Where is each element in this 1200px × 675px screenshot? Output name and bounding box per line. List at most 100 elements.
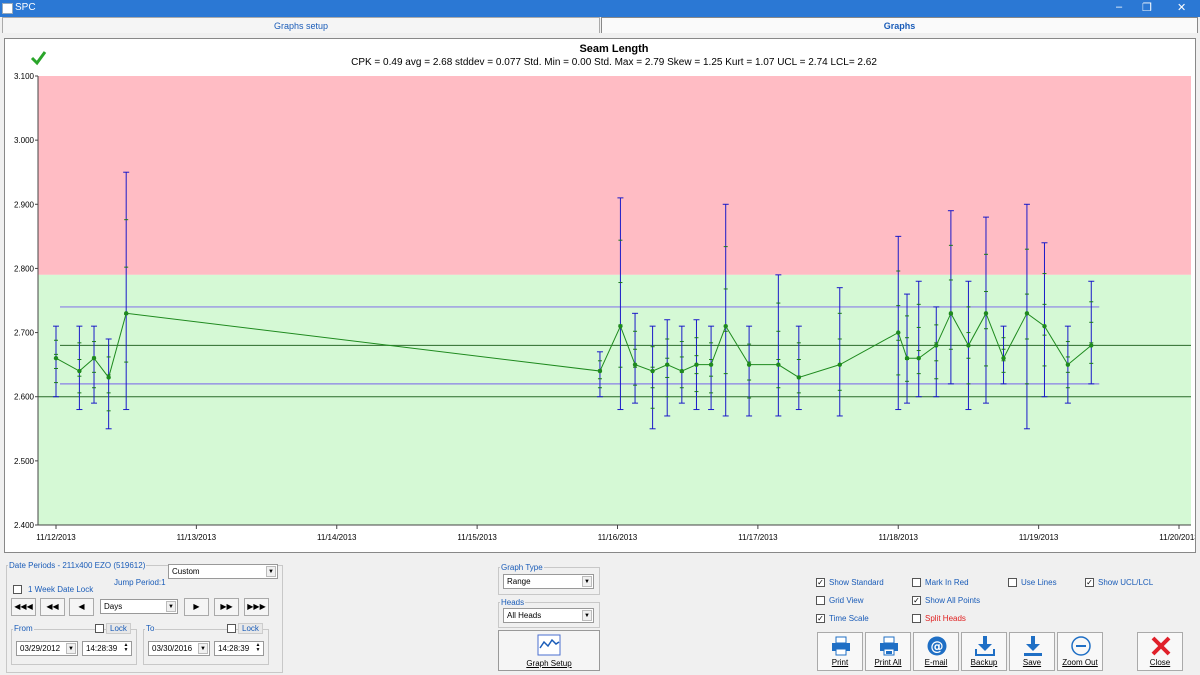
graph-setup-icon [537, 634, 561, 656]
print-all-button[interactable]: Print All [865, 632, 911, 671]
print-button[interactable]: Print [817, 632, 863, 671]
window-title-bar: SPC – ❐ ✕ [0, 0, 1200, 17]
chevron-down-icon: ▼ [266, 566, 276, 577]
unit-select[interactable]: Days ▼ [100, 599, 178, 614]
chart-band [38, 76, 1191, 275]
show-standard-checkbox[interactable]: ✓ [816, 578, 825, 587]
to-time-input[interactable]: 14:28:39 ▲ ▼ [214, 641, 264, 656]
data-point [896, 330, 901, 335]
show-all-points-checkbox[interactable]: ✓ [912, 596, 921, 605]
data-point [694, 362, 699, 367]
graph-type-value: Range [507, 577, 531, 586]
close-label: Close [1149, 658, 1171, 667]
data-point [708, 362, 714, 367]
x-tick-label: 11/17/2013 [738, 533, 778, 542]
from-date-value: 03/29/2012 [20, 644, 61, 653]
data-point [665, 362, 670, 367]
x-tick-label: 11/16/2013 [598, 533, 638, 542]
email-button[interactable]: @ E-mail [913, 632, 959, 671]
data-point [53, 356, 59, 361]
save-button[interactable]: Save [1009, 632, 1055, 671]
data-point [650, 368, 655, 374]
close-button[interactable]: Close [1137, 632, 1183, 671]
period-select[interactable]: Custom ▼ [168, 564, 278, 579]
grid-view-label: Grid View [829, 596, 864, 605]
restore-button[interactable]: ❐ [1142, 1, 1152, 14]
data-point [91, 356, 97, 361]
to-date-picker[interactable]: 03/30/2016 ▼ [148, 641, 210, 656]
jump-back-button[interactable]: ◀ [69, 598, 94, 616]
jump-last-button[interactable]: ▶▶▶ [244, 598, 269, 616]
chevron-down-icon: ▼ [582, 576, 592, 587]
data-point [1065, 362, 1071, 367]
close-window-button[interactable]: ✕ [1177, 1, 1186, 14]
to-lock-label: Lock [238, 623, 263, 634]
jump-back-fast-button[interactable]: ◀◀ [40, 598, 65, 616]
y-tick-label: 3.000 [14, 136, 35, 145]
time-scale-checkbox[interactable]: ✓ [816, 614, 825, 623]
spinner-icon[interactable]: ▲ ▼ [254, 643, 262, 654]
graph-setup-label: Graph Setup [526, 659, 572, 668]
tab-graphs-setup[interactable]: Graphs setup [2, 17, 600, 33]
date-periods-title: Date Periods - 211x400 EZO (519612) [8, 561, 147, 570]
svg-text:@: @ [931, 640, 944, 655]
week-lock-checkbox[interactable] [13, 585, 22, 594]
data-point [1001, 356, 1006, 361]
chevron-down-icon: ▼ [166, 601, 176, 612]
jump-first-button[interactable]: ◀◀◀ [11, 598, 36, 616]
show-standard-label: Show Standard [829, 578, 884, 587]
chart-stats: CPK = 0.49 avg = 2.68 stddev = 0.077 Std… [351, 57, 877, 68]
data-point [1042, 323, 1047, 329]
y-tick-label: 2.700 [14, 329, 35, 338]
from-lock-checkbox[interactable] [95, 624, 104, 633]
jump-period-label: Jump Period:1 [114, 578, 166, 587]
heads-value: All Heads [507, 611, 542, 620]
save-icon [1024, 636, 1042, 656]
print-label: Print [831, 658, 849, 667]
from-time-input[interactable]: 14:28:39 ▲ ▼ [82, 641, 132, 656]
print-all-icon [880, 636, 898, 656]
jump-forward-button[interactable]: ▶ [184, 598, 209, 616]
chevron-down-icon: ▼ [66, 643, 76, 654]
use-lines-checkbox[interactable] [1008, 578, 1017, 587]
x-tick-label: 11/19/2013 [1019, 533, 1059, 542]
printer-icon [832, 636, 850, 656]
from-label: From [13, 624, 34, 633]
to-lock-checkbox[interactable] [227, 624, 236, 633]
save-label: Save [1022, 658, 1042, 667]
download-icon [975, 636, 995, 656]
unit-select-value: Days [104, 602, 123, 611]
check-icon [30, 51, 47, 66]
heads-label: Heads [500, 598, 526, 607]
spinner-icon[interactable]: ▲ ▼ [122, 643, 130, 654]
close-icon [1151, 636, 1171, 656]
window-title: SPC [15, 2, 36, 13]
data-point [916, 356, 921, 361]
mark-in-red-checkbox[interactable] [912, 578, 921, 587]
heads-select[interactable]: All Heads ▼ [503, 608, 594, 623]
data-point [632, 362, 638, 367]
data-point [618, 323, 623, 329]
jump-forward-fast-button[interactable]: ▶▶ [214, 598, 239, 616]
graph-type-label: Graph Type [500, 563, 544, 572]
grid-view-checkbox[interactable] [816, 596, 825, 605]
minimize-button[interactable]: – [1116, 1, 1122, 13]
data-point [1089, 343, 1094, 348]
data-point [776, 362, 781, 367]
from-date-picker[interactable]: 03/29/2012 ▼ [16, 641, 78, 656]
chart-band [38, 274, 1191, 525]
data-point [904, 356, 910, 361]
to-label: To [145, 624, 156, 633]
data-point [123, 311, 129, 316]
graph-setup-button[interactable]: Graph Setup [498, 630, 600, 671]
mark-in-red-label: Mark In Red [925, 578, 969, 587]
x-tick-label: 11/13/2013 [177, 533, 217, 542]
zoom-out-button[interactable]: Zoom Out [1057, 632, 1103, 671]
tab-graphs[interactable]: Graphs [601, 17, 1198, 33]
backup-button[interactable]: Backup [961, 632, 1007, 671]
graph-type-select[interactable]: Range ▼ [503, 574, 594, 589]
period-select-value: Custom [172, 567, 200, 576]
show-ucl-lcl-checkbox[interactable]: ✓ [1085, 578, 1094, 587]
y-tick-label: 3.100 [14, 72, 35, 81]
split-heads-checkbox[interactable] [912, 614, 921, 623]
